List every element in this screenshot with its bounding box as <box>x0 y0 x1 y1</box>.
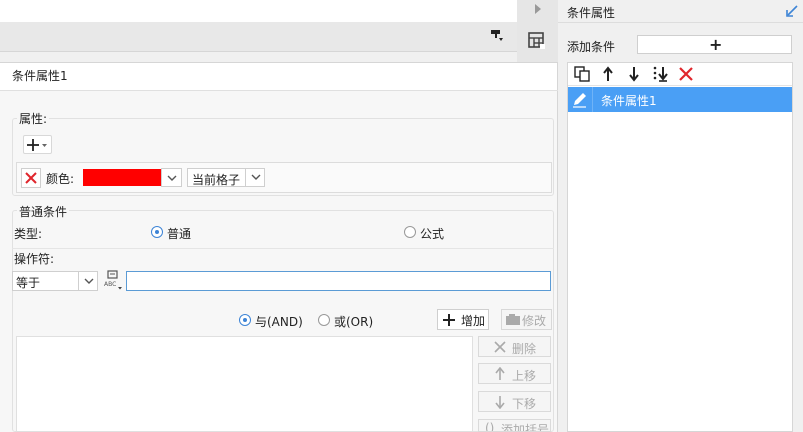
arrow-down-icon <box>495 396 505 409</box>
top-blank-area <box>0 0 517 22</box>
or-radio[interactable] <box>318 314 330 326</box>
operator-select-value: 等于 <box>16 276 41 290</box>
and-label[interactable]: 与(AND) <box>255 313 303 330</box>
and-radio[interactable] <box>239 314 251 326</box>
operator-dropdown-button[interactable] <box>78 271 98 291</box>
condition-property-list <box>567 62 793 432</box>
plus-dropdown-icon <box>27 139 47 151</box>
add-condition-label: 添加条件 <box>567 40 616 54</box>
close-icon <box>494 341 506 353</box>
sidebar-title: 条件属性 <box>567 6 616 20</box>
type-normal-radio[interactable] <box>151 226 163 238</box>
dock-arrow-icon[interactable] <box>785 4 799 18</box>
condition-value-input[interactable] <box>126 271 551 291</box>
move-to-bottom-icon[interactable] <box>652 66 670 82</box>
type-formula-label[interactable]: 公式 <box>420 225 444 242</box>
top-toolbar <box>0 22 517 52</box>
plus-icon <box>443 314 455 326</box>
delete-button-label: 删除 <box>512 342 537 356</box>
move-down-button[interactable]: 下移 <box>478 391 551 412</box>
panel-title: 条件属性1 <box>12 69 68 83</box>
delete-condition-button[interactable]: 删除 <box>478 336 551 357</box>
condition-list[interactable] <box>16 336 473 432</box>
arrow-down-icon[interactable] <box>627 66 641 82</box>
type-label: 类型: <box>14 227 43 241</box>
delete-icon[interactable] <box>678 66 694 82</box>
triangle-right-icon[interactable] <box>534 3 542 15</box>
color-swatch[interactable] <box>83 169 161 186</box>
or-label[interactable]: 或(OR) <box>334 313 373 330</box>
condition-list-item-label: 条件属性1 <box>601 94 657 108</box>
color-dropdown-button[interactable] <box>161 168 182 187</box>
close-icon <box>25 172 37 184</box>
operator-divider <box>12 248 554 249</box>
arrow-up-icon[interactable] <box>601 66 615 82</box>
bracket-icon: () <box>485 421 495 432</box>
add-attribute-button[interactable] <box>23 135 52 154</box>
add-bracket-button[interactable]: () 添加括号 <box>478 419 551 432</box>
chevron-down-icon <box>84 278 94 284</box>
chevron-down-icon <box>167 175 177 181</box>
chevron-down-icon <box>251 174 261 180</box>
edit-button-label: 修改 <box>522 314 547 328</box>
add-bracket-label: 添加括号 <box>501 423 550 432</box>
sidebar-divider <box>558 22 803 23</box>
copy-icon[interactable] <box>574 66 592 82</box>
add-condition-button[interactable]: + <box>637 35 792 54</box>
move-up-label: 上移 <box>512 369 537 383</box>
edit-icon <box>506 314 520 325</box>
attribute-section-label: 属性: <box>17 110 50 127</box>
type-normal-label[interactable]: 普通 <box>167 225 191 242</box>
move-down-label: 下移 <box>512 397 537 411</box>
value-type-abc-icon[interactable]: ABC <box>103 270 123 290</box>
pencil-icon <box>573 93 586 108</box>
plus-icon: + <box>709 35 723 54</box>
scope-select-value: 当前格子 <box>192 173 241 187</box>
arrow-up-icon <box>495 367 505 380</box>
type-formula-radio[interactable] <box>404 226 416 238</box>
delete-attribute-button[interactable] <box>21 168 41 188</box>
normal-condition-label: 普通条件 <box>17 203 70 220</box>
list-item-divider <box>592 87 593 112</box>
svg-text:ABC: ABC <box>104 281 116 288</box>
scope-dropdown-button[interactable] <box>245 168 265 187</box>
format-brush-icon[interactable] <box>490 29 504 43</box>
color-label: 颜色: <box>46 172 75 186</box>
operator-label: 操作符: <box>14 252 55 266</box>
add-button-label: 增加 <box>461 314 486 328</box>
table-grid-icon[interactable] <box>528 32 546 50</box>
move-up-button[interactable]: 上移 <box>478 363 551 384</box>
